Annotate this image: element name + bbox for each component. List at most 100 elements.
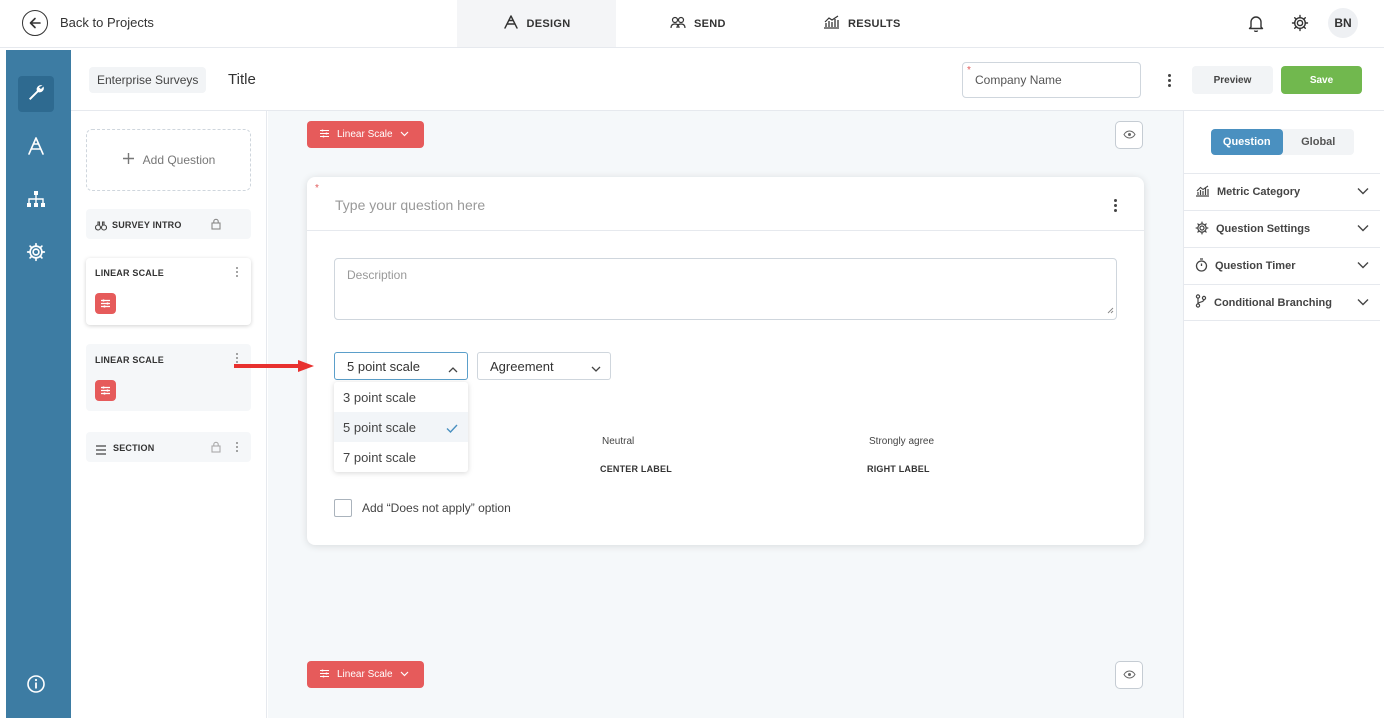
list-item-linear-scale-2[interactable]: LINEAR SCALE xyxy=(86,344,251,411)
list-item-survey-intro[interactable]: SURVEY INTRO xyxy=(86,209,251,239)
list-item-label: LINEAR SCALE xyxy=(95,268,164,278)
accordion-conditional-branching[interactable]: Conditional Branching xyxy=(1184,284,1380,321)
scale-type-select[interactable]: Agreement xyxy=(477,352,611,380)
gear-icon xyxy=(1195,221,1209,238)
question-type-dropdown[interactable]: Linear Scale xyxy=(307,121,424,148)
linear-scale-icon xyxy=(319,129,330,141)
gear-icon xyxy=(26,242,46,267)
tab-design[interactable]: DESIGN xyxy=(457,0,616,47)
center-label-header: CENTER LABEL xyxy=(600,464,672,474)
info-icon xyxy=(26,674,46,699)
metric-chart-icon xyxy=(1195,185,1210,200)
linear-scale-icon xyxy=(319,669,330,681)
card-divider xyxy=(307,230,1144,231)
scale-size-dropdown-menu: 3 point scale 5 point scale 7 point scal… xyxy=(334,382,468,472)
list-item-label: SURVEY INTRO xyxy=(112,220,182,230)
rail-info[interactable] xyxy=(18,668,54,704)
question-card: * Type your question here Description 5 … xyxy=(307,177,1144,545)
chevron-down-icon xyxy=(400,129,409,140)
description-placeholder: Description xyxy=(347,268,408,282)
visibility-toggle[interactable] xyxy=(1115,121,1143,149)
user-avatar[interactable]: BN xyxy=(1328,8,1358,38)
save-button[interactable]: Save xyxy=(1281,66,1362,94)
list-item-linear-scale-1[interactable]: LINEAR SCALE xyxy=(86,258,251,325)
question-list-panel: Add Question SURVEY INTRO LINEAR SCALE L… xyxy=(71,111,267,718)
dropdown-option-3-point[interactable]: 3 point scale xyxy=(334,382,468,412)
right-label-value[interactable]: Strongly agree xyxy=(869,436,934,447)
question-type-dropdown-next[interactable]: Linear Scale xyxy=(307,661,424,688)
section-lines-icon xyxy=(95,442,107,460)
accordion-question-timer[interactable]: Question Timer xyxy=(1184,247,1380,284)
bell-icon[interactable] xyxy=(1245,12,1267,34)
binoculars-icon xyxy=(94,218,108,236)
accordion-metric-category[interactable]: Metric Category xyxy=(1184,173,1380,210)
add-question-button[interactable]: Add Question xyxy=(86,129,251,191)
required-marker: * xyxy=(967,65,971,76)
item-more-icon[interactable] xyxy=(234,266,240,278)
users-icon xyxy=(670,16,686,32)
gear-icon[interactable] xyxy=(1289,12,1311,34)
tab-send-label: SEND xyxy=(694,17,726,30)
page-title[interactable]: Title xyxy=(228,71,256,88)
preview-button[interactable]: Preview xyxy=(1192,66,1273,94)
company-name-input[interactable]: * Company Name xyxy=(962,62,1141,98)
chevron-down-icon xyxy=(1357,186,1369,198)
chevron-down-icon xyxy=(591,361,601,376)
tab-results[interactable]: RESULTS xyxy=(823,0,901,47)
question-type-label: Linear Scale xyxy=(337,669,393,680)
chevron-down-icon xyxy=(1357,260,1369,272)
tab-send[interactable]: SEND xyxy=(670,0,726,47)
design-icon xyxy=(503,15,519,32)
results-chart-icon xyxy=(823,15,840,32)
right-label-header: RIGHT LABEL xyxy=(867,464,930,474)
resize-handle-icon[interactable] xyxy=(1107,303,1114,317)
rail-design-tools[interactable] xyxy=(18,76,54,112)
lock-icon xyxy=(211,440,221,458)
survey-canvas: Linear Scale * Type your question here D… xyxy=(268,111,1183,718)
question-text-input[interactable]: Type your question here xyxy=(335,197,485,213)
question-more-icon[interactable] xyxy=(1107,195,1123,215)
checkmark-icon xyxy=(446,421,458,436)
accordion-label: Metric Category xyxy=(1217,186,1301,198)
eye-icon xyxy=(1122,126,1136,144)
scale-size-value: 5 point scale xyxy=(347,359,420,374)
dropdown-option-5-point[interactable]: 5 point scale xyxy=(334,412,468,442)
scale-type-value: Agreement xyxy=(490,359,554,374)
dropdown-option-label: 5 point scale xyxy=(343,420,416,435)
dropdown-option-7-point[interactable]: 7 point scale xyxy=(334,442,468,472)
linear-scale-icon xyxy=(95,293,116,314)
back-to-projects-link[interactable]: Back to Projects xyxy=(60,15,154,30)
tab-design-label: DESIGN xyxy=(526,17,571,30)
left-navigation-rail xyxy=(6,50,71,718)
back-arrow-icon[interactable] xyxy=(22,10,48,36)
question-settings-panel: Question Global Metric Category Question… xyxy=(1183,111,1380,718)
required-marker: * xyxy=(315,183,319,194)
add-question-label: Add Question xyxy=(142,153,216,167)
company-name-placeholder: Company Name xyxy=(975,73,1062,87)
wrench-icon xyxy=(26,82,46,107)
tab-question[interactable]: Question xyxy=(1211,129,1283,155)
settings-scope-toggle: Question Global xyxy=(1211,129,1354,155)
tab-global[interactable]: Global xyxy=(1283,129,1355,155)
description-textarea[interactable]: Description xyxy=(334,258,1117,320)
rail-structure[interactable] xyxy=(18,183,54,219)
annotation-arrow-icon xyxy=(234,360,314,372)
breadcrumb[interactable]: Enterprise Surveys xyxy=(89,67,207,93)
sitemap-icon xyxy=(26,190,46,213)
editor-header: Enterprise Surveys Title * Company Name … xyxy=(71,49,1384,111)
plus-icon xyxy=(122,152,135,168)
chevron-down-icon xyxy=(400,669,409,680)
item-more-icon[interactable] xyxy=(234,441,240,453)
list-item-section[interactable]: SECTION xyxy=(86,432,251,462)
does-not-apply-checkbox[interactable] xyxy=(334,499,352,517)
branch-icon xyxy=(1195,294,1207,311)
list-item-label: LINEAR SCALE xyxy=(95,355,164,365)
rail-design[interactable] xyxy=(18,130,54,166)
chevron-down-icon xyxy=(1357,223,1369,235)
visibility-toggle-next[interactable] xyxy=(1115,661,1143,689)
scale-size-select[interactable]: 5 point scale xyxy=(334,352,468,380)
accordion-question-settings[interactable]: Question Settings xyxy=(1184,210,1380,247)
rail-settings[interactable] xyxy=(18,236,54,272)
header-more-icon[interactable] xyxy=(1161,70,1177,90)
center-label-value[interactable]: Neutral xyxy=(602,436,634,447)
